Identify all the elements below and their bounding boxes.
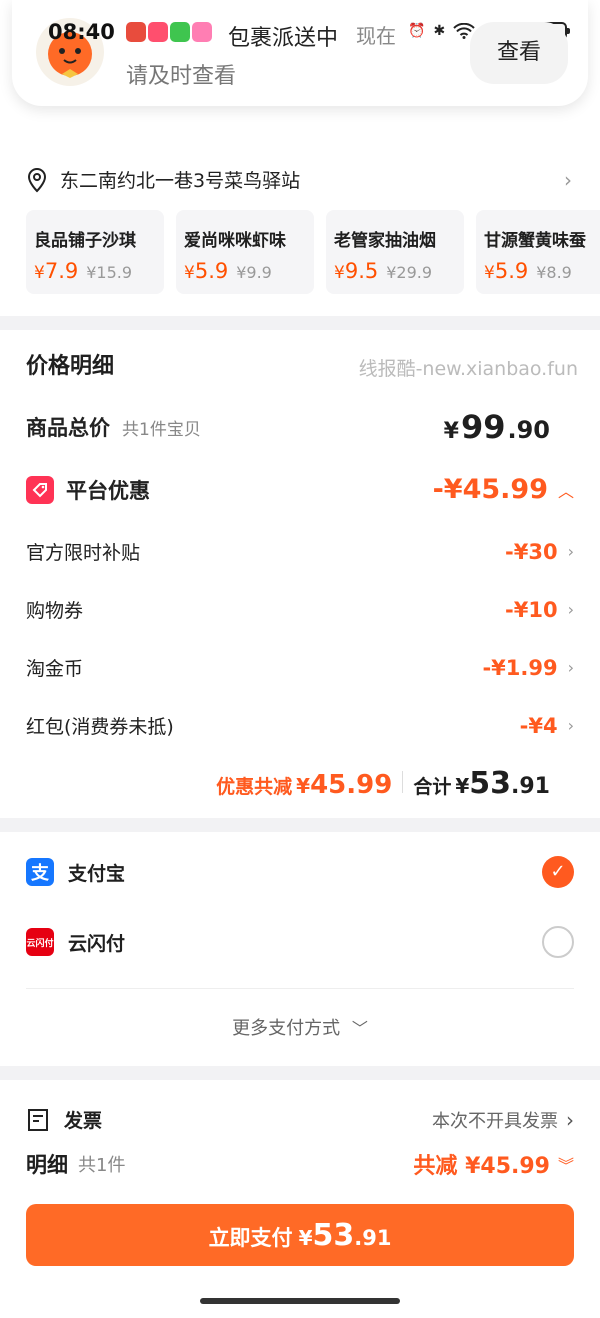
goods-total-value: ¥99.90: [443, 408, 550, 446]
goods-total-row: 商品总价 共1件宝贝 ¥99.90: [26, 408, 574, 446]
more-payment-methods[interactable]: 更多支付方式 ﹀: [0, 1014, 600, 1040]
discount-item-value: -¥1.99: [482, 655, 558, 680]
goods-total-label: 商品总价: [26, 416, 110, 440]
discount-item-row[interactable]: 官方限时补贴 -¥30 ›: [26, 538, 574, 565]
total-value-int: 53: [469, 766, 512, 801]
recommended-products: 良品铺子沙琪 ¥7.9 ¥15.9 爱尚咪咪虾味 ¥5.9 ¥9.9 老管家抽油烟 …: [26, 210, 600, 294]
product-card[interactable]: 爱尚咪咪虾味 ¥5.9 ¥9.9: [176, 210, 314, 294]
status-time: 08:40: [48, 20, 115, 44]
product-name: 甘源蟹黄味蚕: [484, 231, 586, 251]
product-name: 爱尚咪咪虾味: [184, 231, 286, 251]
discount-item-value: -¥30: [505, 539, 558, 564]
payment-option-unionpay[interactable]: 云闪付 云闪付: [26, 926, 574, 958]
product-price: ¥5.9 ¥8.9: [484, 259, 572, 283]
price-detail-title: 价格明细: [26, 354, 115, 379]
address-chevron-icon[interactable]: ›: [564, 168, 572, 192]
alarm-icon: ⏰: [408, 23, 426, 39]
checkout-bar: 发票 本次不开具发票 › 明细 共1件 共减 ¥45.99 ︾ 立即支付 ¥ 5…: [0, 1080, 600, 1318]
payment-option-label: 云闪付: [68, 932, 126, 955]
discount-item-value: -¥4: [519, 713, 558, 738]
discount-item-label: 官方限时补贴: [26, 542, 141, 564]
location-pin-icon: [27, 167, 47, 192]
product-card[interactable]: 良品铺子沙琪 ¥7.9 ¥15.9: [26, 210, 164, 294]
product-old-price: ¥8.9: [536, 263, 572, 282]
chevron-right-icon: ›: [567, 600, 574, 619]
discount-item-label: 淘金币: [26, 658, 84, 680]
product-card[interactable]: 老管家抽油烟 ¥9.5 ¥29.9: [326, 210, 464, 294]
price-detail-card: 价格明细 线报酷-new.xianbao.fun 商品总价 共1件宝贝 ¥99.…: [0, 330, 600, 818]
chevron-right-icon: ›: [567, 716, 574, 735]
discount-item-row[interactable]: 淘金币 -¥1.99 ›: [26, 654, 574, 681]
watermark-text: 线报酷-new.xianbao.fun: [358, 358, 578, 380]
saved-value: 45.99: [310, 770, 393, 800]
invoice-row[interactable]: 发票 本次不开具发票 ›: [26, 1106, 574, 1133]
product-price: ¥9.5 ¥29.9: [334, 259, 433, 283]
detail-count: 共1件: [78, 1155, 126, 1176]
double-chevron-down-icon[interactable]: ︾: [558, 1152, 574, 1176]
app-icon: [192, 22, 212, 42]
pay-amount-dec: .91: [354, 1226, 392, 1250]
product-name: 老管家抽油烟: [334, 231, 436, 251]
product-price: ¥5.9 ¥9.9: [184, 259, 272, 283]
discount-item-row[interactable]: 红包(消费券未抵) -¥4 ›: [26, 712, 574, 739]
detail-label: 明细: [26, 1153, 68, 1177]
product-old-price: ¥9.9: [236, 263, 272, 282]
app-icon: [148, 22, 168, 42]
product-old-price: ¥15.9: [86, 263, 133, 282]
discount-item-row[interactable]: 购物券 -¥10 ›: [26, 596, 574, 623]
chevron-up-icon[interactable]: ︿: [558, 478, 574, 502]
product-name: 良品铺子沙琪: [34, 231, 136, 251]
home-indicator[interactable]: [200, 1298, 400, 1304]
pay-now-button[interactable]: 立即支付 ¥ 53 .91: [26, 1204, 574, 1266]
address-text: 东二南约北一巷3号菜鸟驿站: [60, 170, 301, 192]
app-icon: [170, 22, 190, 42]
product-price: ¥7.9 ¥15.9: [34, 259, 133, 283]
delivery-address[interactable]: 东二南约北一巷3号菜鸟驿站: [26, 166, 300, 193]
payment-option-label: 支付宝: [68, 862, 126, 885]
notification-app-icons: [126, 22, 212, 42]
platform-discount-row[interactable]: 平台优惠 -¥45.99 ︿: [26, 474, 574, 505]
divider: [26, 988, 574, 989]
notification-title: 包裹派送中: [228, 26, 339, 51]
discount-item-label: 购物券: [26, 600, 84, 622]
goods-count: 共1件宝贝: [122, 419, 201, 440]
platform-discount-value: -¥45.99: [432, 474, 548, 505]
discount-item-label: 红包(消费券未抵): [26, 716, 174, 738]
unionpay-icon: 云闪付: [26, 928, 54, 956]
payment-method-card: 支 支付宝 ✓ 云闪付 云闪付 更多支付方式 ﹀: [0, 832, 600, 1066]
chevron-right-icon: ›: [567, 658, 574, 677]
notification-subtitle: 请及时查看: [126, 64, 237, 89]
discount-item-value: -¥10: [505, 597, 558, 622]
chevron-right-icon: ›: [567, 542, 574, 561]
saved-label: 优惠共减: [216, 776, 293, 798]
coupon-tag-icon: [26, 475, 54, 504]
invoice-label: 发票: [64, 1110, 103, 1132]
app-icon: [126, 22, 146, 42]
detail-row[interactable]: 明细 共1件 共减 ¥45.99 ︾: [26, 1148, 574, 1180]
product-card[interactable]: 甘源蟹黄味蚕 ¥5.9 ¥8.9: [476, 210, 600, 294]
total-label: 合计: [413, 776, 452, 798]
bluetooth-icon: ✱: [433, 23, 446, 39]
divider: [402, 771, 404, 793]
chevron-down-icon: ﹀: [351, 1019, 368, 1038]
pay-button-label: 立即支付: [208, 1226, 293, 1250]
radio-unselected-icon[interactable]: [542, 926, 574, 958]
platform-discount-label: 平台优惠: [66, 478, 150, 503]
notification-time: 现在: [356, 24, 396, 48]
alipay-icon: 支: [26, 858, 54, 886]
total-summary: 优惠共减 ¥ 45.99 合计 ¥ 53 .91: [216, 766, 550, 801]
notification-banner[interactable]: 08:40 包裹派送中 现在 ⏰ ✱ 5G 70 请及时查看 查看: [12, 0, 588, 106]
pay-amount-int: 53: [312, 1218, 355, 1253]
total-value-dec: .91: [511, 774, 550, 799]
invoice-icon: [28, 1108, 48, 1131]
radio-selected-icon[interactable]: ✓: [542, 856, 574, 888]
product-old-price: ¥29.9: [386, 263, 433, 282]
notification-view-button[interactable]: 查看: [470, 22, 568, 84]
detail-saved: 共减 ¥45.99: [413, 1154, 550, 1179]
payment-option-alipay[interactable]: 支 支付宝 ✓: [26, 856, 574, 888]
chevron-right-icon: ›: [566, 1107, 574, 1132]
invoice-value: 本次不开具发票: [432, 1110, 558, 1132]
